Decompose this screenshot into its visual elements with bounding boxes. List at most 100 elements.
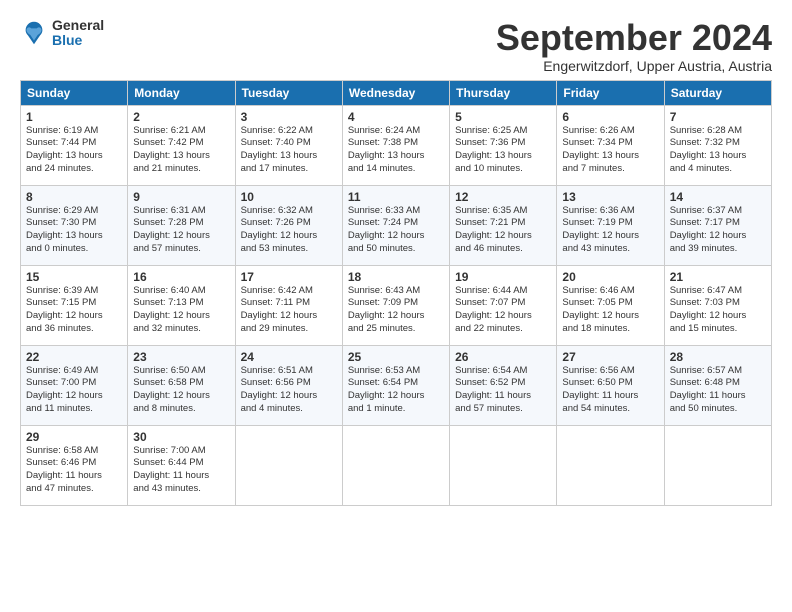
calendar-day-cell: 13Sunrise: 6:36 AMSunset: 7:19 PMDayligh… (557, 185, 664, 265)
day-number: 30 (133, 430, 229, 444)
calendar-day-cell: 15Sunrise: 6:39 AMSunset: 7:15 PMDayligh… (21, 265, 128, 345)
day-number: 14 (670, 190, 766, 204)
calendar-week-row: 22Sunrise: 6:49 AMSunset: 7:00 PMDayligh… (21, 345, 772, 425)
column-header-sunday: Sunday (21, 80, 128, 105)
logo-blue-text: Blue (52, 33, 104, 48)
calendar-day-cell: 4Sunrise: 6:24 AMSunset: 7:38 PMDaylight… (342, 105, 449, 185)
day-detail: Sunrise: 6:46 AMSunset: 7:05 PMDaylight:… (562, 285, 658, 336)
day-detail: Sunrise: 6:51 AMSunset: 6:56 PMDaylight:… (241, 365, 337, 416)
calendar-day-cell: 25Sunrise: 6:53 AMSunset: 6:54 PMDayligh… (342, 345, 449, 425)
day-detail: Sunrise: 6:19 AMSunset: 7:44 PMDaylight:… (26, 125, 122, 176)
day-number: 4 (348, 110, 444, 124)
header: General Blue September 2024 Engerwitzdor… (20, 18, 772, 74)
calendar-day-cell: 20Sunrise: 6:46 AMSunset: 7:05 PMDayligh… (557, 265, 664, 345)
calendar-week-row: 8Sunrise: 6:29 AMSunset: 7:30 PMDaylight… (21, 185, 772, 265)
calendar-day-cell: 21Sunrise: 6:47 AMSunset: 7:03 PMDayligh… (664, 265, 771, 345)
calendar-day-cell: 22Sunrise: 6:49 AMSunset: 7:00 PMDayligh… (21, 345, 128, 425)
calendar-day-cell: 14Sunrise: 6:37 AMSunset: 7:17 PMDayligh… (664, 185, 771, 265)
day-detail: Sunrise: 6:43 AMSunset: 7:09 PMDaylight:… (348, 285, 444, 336)
logo-general-text: General (52, 18, 104, 33)
column-header-saturday: Saturday (664, 80, 771, 105)
day-detail: Sunrise: 6:22 AMSunset: 7:40 PMDaylight:… (241, 125, 337, 176)
calendar-day-cell: 16Sunrise: 6:40 AMSunset: 7:13 PMDayligh… (128, 265, 235, 345)
day-number: 6 (562, 110, 658, 124)
day-number: 11 (348, 190, 444, 204)
logo-text: General Blue (52, 18, 104, 49)
calendar-day-cell: 26Sunrise: 6:54 AMSunset: 6:52 PMDayligh… (450, 345, 557, 425)
calendar-day-cell: 3Sunrise: 6:22 AMSunset: 7:40 PMDaylight… (235, 105, 342, 185)
calendar-page: General Blue September 2024 Engerwitzdor… (0, 0, 792, 516)
day-detail: Sunrise: 6:53 AMSunset: 6:54 PMDaylight:… (348, 365, 444, 416)
day-detail: Sunrise: 6:40 AMSunset: 7:13 PMDaylight:… (133, 285, 229, 336)
day-number: 13 (562, 190, 658, 204)
calendar-week-row: 1Sunrise: 6:19 AMSunset: 7:44 PMDaylight… (21, 105, 772, 185)
column-header-friday: Friday (557, 80, 664, 105)
day-number: 12 (455, 190, 551, 204)
empty-cell (342, 425, 449, 505)
calendar-week-row: 29Sunrise: 6:58 AMSunset: 6:46 PMDayligh… (21, 425, 772, 505)
day-number: 15 (26, 270, 122, 284)
day-detail: Sunrise: 6:37 AMSunset: 7:17 PMDaylight:… (670, 205, 766, 256)
day-number: 24 (241, 350, 337, 364)
day-detail: Sunrise: 7:00 AMSunset: 6:44 PMDaylight:… (133, 445, 229, 496)
calendar-day-cell: 5Sunrise: 6:25 AMSunset: 7:36 PMDaylight… (450, 105, 557, 185)
day-number: 19 (455, 270, 551, 284)
day-detail: Sunrise: 6:47 AMSunset: 7:03 PMDaylight:… (670, 285, 766, 336)
day-detail: Sunrise: 6:25 AMSunset: 7:36 PMDaylight:… (455, 125, 551, 176)
title-block: September 2024 Engerwitzdorf, Upper Aust… (496, 18, 772, 74)
calendar-day-cell: 28Sunrise: 6:57 AMSunset: 6:48 PMDayligh… (664, 345, 771, 425)
calendar-day-cell: 27Sunrise: 6:56 AMSunset: 6:50 PMDayligh… (557, 345, 664, 425)
calendar-day-cell: 7Sunrise: 6:28 AMSunset: 7:32 PMDaylight… (664, 105, 771, 185)
day-number: 2 (133, 110, 229, 124)
day-detail: Sunrise: 6:50 AMSunset: 6:58 PMDaylight:… (133, 365, 229, 416)
day-detail: Sunrise: 6:58 AMSunset: 6:46 PMDaylight:… (26, 445, 122, 496)
calendar-table: SundayMondayTuesdayWednesdayThursdayFrid… (20, 80, 772, 506)
location-subtitle: Engerwitzdorf, Upper Austria, Austria (496, 58, 772, 74)
day-number: 25 (348, 350, 444, 364)
day-detail: Sunrise: 6:31 AMSunset: 7:28 PMDaylight:… (133, 205, 229, 256)
empty-cell (557, 425, 664, 505)
calendar-week-row: 15Sunrise: 6:39 AMSunset: 7:15 PMDayligh… (21, 265, 772, 345)
day-detail: Sunrise: 6:44 AMSunset: 7:07 PMDaylight:… (455, 285, 551, 336)
day-detail: Sunrise: 6:35 AMSunset: 7:21 PMDaylight:… (455, 205, 551, 256)
logo: General Blue (20, 18, 104, 49)
calendar-day-cell: 19Sunrise: 6:44 AMSunset: 7:07 PMDayligh… (450, 265, 557, 345)
column-header-wednesday: Wednesday (342, 80, 449, 105)
day-detail: Sunrise: 6:56 AMSunset: 6:50 PMDaylight:… (562, 365, 658, 416)
calendar-day-cell: 1Sunrise: 6:19 AMSunset: 7:44 PMDaylight… (21, 105, 128, 185)
empty-cell (235, 425, 342, 505)
calendar-day-cell: 17Sunrise: 6:42 AMSunset: 7:11 PMDayligh… (235, 265, 342, 345)
calendar-day-cell: 30Sunrise: 7:00 AMSunset: 6:44 PMDayligh… (128, 425, 235, 505)
day-detail: Sunrise: 6:33 AMSunset: 7:24 PMDaylight:… (348, 205, 444, 256)
day-number: 27 (562, 350, 658, 364)
calendar-day-cell: 24Sunrise: 6:51 AMSunset: 6:56 PMDayligh… (235, 345, 342, 425)
day-detail: Sunrise: 6:49 AMSunset: 7:00 PMDaylight:… (26, 365, 122, 416)
logo-icon (20, 19, 48, 47)
day-number: 5 (455, 110, 551, 124)
calendar-day-cell: 6Sunrise: 6:26 AMSunset: 7:34 PMDaylight… (557, 105, 664, 185)
day-detail: Sunrise: 6:36 AMSunset: 7:19 PMDaylight:… (562, 205, 658, 256)
day-number: 22 (26, 350, 122, 364)
calendar-day-cell: 11Sunrise: 6:33 AMSunset: 7:24 PMDayligh… (342, 185, 449, 265)
empty-cell (664, 425, 771, 505)
day-detail: Sunrise: 6:32 AMSunset: 7:26 PMDaylight:… (241, 205, 337, 256)
day-number: 8 (26, 190, 122, 204)
day-detail: Sunrise: 6:57 AMSunset: 6:48 PMDaylight:… (670, 365, 766, 416)
empty-cell (450, 425, 557, 505)
day-number: 7 (670, 110, 766, 124)
day-detail: Sunrise: 6:54 AMSunset: 6:52 PMDaylight:… (455, 365, 551, 416)
calendar-header-row: SundayMondayTuesdayWednesdayThursdayFrid… (21, 80, 772, 105)
day-number: 28 (670, 350, 766, 364)
calendar-day-cell: 18Sunrise: 6:43 AMSunset: 7:09 PMDayligh… (342, 265, 449, 345)
day-detail: Sunrise: 6:39 AMSunset: 7:15 PMDaylight:… (26, 285, 122, 336)
column-header-thursday: Thursday (450, 80, 557, 105)
day-detail: Sunrise: 6:28 AMSunset: 7:32 PMDaylight:… (670, 125, 766, 176)
day-number: 16 (133, 270, 229, 284)
day-number: 18 (348, 270, 444, 284)
day-number: 29 (26, 430, 122, 444)
day-detail: Sunrise: 6:21 AMSunset: 7:42 PMDaylight:… (133, 125, 229, 176)
day-number: 1 (26, 110, 122, 124)
calendar-day-cell: 8Sunrise: 6:29 AMSunset: 7:30 PMDaylight… (21, 185, 128, 265)
month-title: September 2024 (496, 18, 772, 58)
calendar-day-cell: 23Sunrise: 6:50 AMSunset: 6:58 PMDayligh… (128, 345, 235, 425)
